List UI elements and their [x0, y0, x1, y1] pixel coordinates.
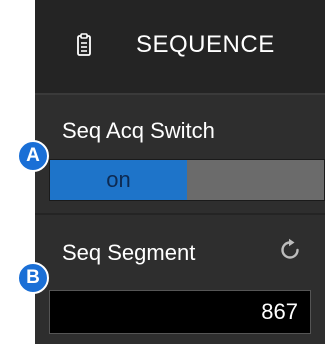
- section-divider: [35, 213, 325, 215]
- panel-title: SEQUENCE: [136, 31, 275, 58]
- seq-segment-value: 867: [261, 299, 298, 324]
- seq-acq-switch-toggle[interactable]: on: [49, 159, 325, 201]
- callout-marker-b: B: [17, 262, 49, 294]
- toggle-off-segment[interactable]: [187, 160, 324, 200]
- reset-icon[interactable]: [278, 238, 302, 262]
- toggle-on-segment[interactable]: on: [50, 160, 187, 200]
- clipboard-list-icon: [77, 33, 91, 56]
- seq-segment-input[interactable]: 867: [49, 290, 311, 334]
- seq-acq-switch-label: Seq Acq Switch: [62, 118, 215, 143]
- callout-marker-a: A: [17, 140, 49, 172]
- seq-segment-label: Seq Segment: [62, 240, 196, 265]
